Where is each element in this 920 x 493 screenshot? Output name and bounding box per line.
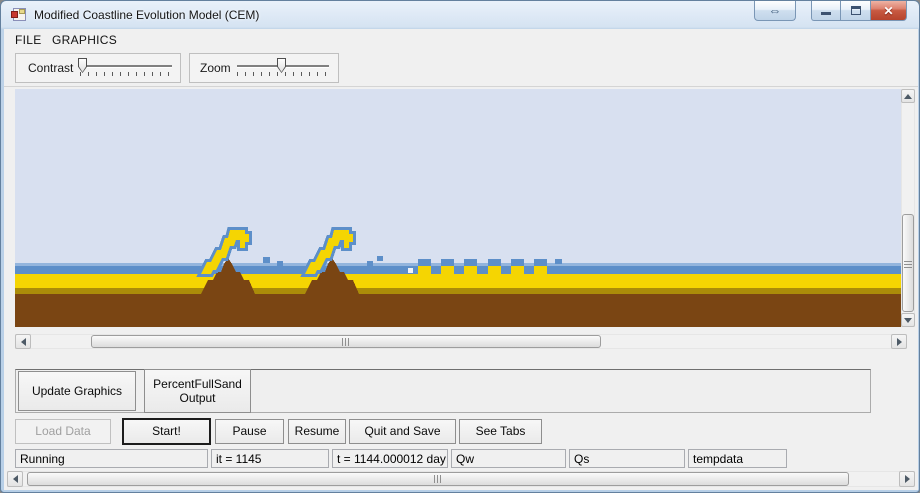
resize-arrows-icon: ⇔ [768, 3, 782, 18]
toolbar: Contrast Zoom [4, 49, 918, 87]
contrast-slider-track[interactable] [80, 65, 172, 67]
minimize-button[interactable] [811, 1, 841, 21]
dark-sand-layer [15, 288, 901, 294]
update-graphics-button[interactable]: Update Graphics [18, 371, 136, 411]
menu-file[interactable]: FILE [8, 30, 49, 49]
coastline-graphic [15, 89, 901, 327]
zoom-group: Zoom [189, 53, 339, 83]
scroll-grip-icon [904, 258, 912, 268]
contrast-slider-ticks [80, 72, 174, 76]
sand-layer [15, 274, 901, 288]
title-bar[interactable]: Modified Coastline Evolution Model (CEM)… [1, 1, 919, 29]
status-qs: Qs [569, 449, 685, 468]
horizontal-scroll-thumb[interactable] [27, 472, 849, 486]
earth-layer [15, 294, 901, 327]
see-tabs-button[interactable]: See Tabs [459, 419, 542, 444]
status-time: t = 1144.000012 day [332, 449, 448, 468]
window-title: Modified Coastline Evolution Model (CEM) [34, 8, 260, 22]
status-running: Running [15, 449, 208, 468]
caption-buttons: ✕ [811, 1, 907, 21]
status-qw: Qw [451, 449, 566, 468]
contrast-group: Contrast [15, 53, 181, 83]
maximize-icon [850, 6, 861, 15]
scroll-down-button[interactable] [901, 313, 915, 327]
zoom-slider-thumb[interactable] [277, 58, 286, 73]
percentfullsand-output-button[interactable]: PercentFullSand Output [144, 369, 251, 413]
waterline-layer [15, 266, 901, 274]
minimize-icon [821, 12, 831, 15]
status-iteration: it = 1145 [211, 449, 329, 468]
arrow-left-icon [20, 337, 26, 346]
resize-button[interactable]: ⇔ [754, 1, 796, 21]
arrow-left-icon [12, 475, 18, 483]
app-window: Modified Coastline Evolution Model (CEM)… [0, 0, 920, 493]
menu-bar: FILE GRAPHICS [4, 30, 918, 49]
contrast-label: Contrast [28, 61, 74, 75]
arrow-right-icon [904, 475, 910, 483]
status-tempdata: tempdata [688, 449, 787, 468]
load-data-button[interactable]: Load Data [15, 419, 111, 444]
scroll-right-button[interactable] [891, 334, 907, 349]
start-button[interactable]: Start! [122, 418, 211, 445]
canvas-horizontal-scrollbar[interactable] [15, 334, 907, 349]
foam-pixel [408, 268, 413, 273]
arrow-right-icon [896, 337, 902, 346]
window-horizontal-scrollbar[interactable] [7, 471, 915, 487]
zoom-label: Zoom [200, 61, 231, 75]
close-icon: ✕ [883, 3, 894, 18]
scroll-right-button[interactable] [899, 471, 915, 487]
scroll-up-button[interactable] [901, 89, 915, 103]
arrow-up-icon [904, 93, 912, 99]
arrow-down-icon [904, 317, 912, 323]
waterline-highlight [15, 263, 901, 266]
resume-button[interactable]: Resume [288, 419, 346, 444]
pause-button[interactable]: Pause [215, 419, 284, 444]
horizontal-scroll-thumb[interactable] [91, 335, 601, 348]
scroll-left-button[interactable] [15, 334, 31, 349]
vertical-scroll-thumb[interactable] [902, 214, 914, 312]
simulation-canvas [15, 89, 901, 327]
contrast-slider-thumb[interactable] [78, 58, 87, 73]
scroll-left-button[interactable] [7, 471, 23, 487]
maximize-button[interactable] [841, 1, 871, 21]
menu-graphics[interactable]: GRAPHICS [45, 30, 124, 49]
canvas-vertical-scrollbar[interactable] [901, 89, 915, 327]
close-button[interactable]: ✕ [871, 1, 907, 21]
scroll-grip-icon [433, 475, 443, 483]
zoom-slider-ticks [237, 72, 331, 76]
app-icon [11, 7, 27, 23]
scroll-grip-icon [341, 337, 351, 346]
quit-and-save-button[interactable]: Quit and Save [349, 419, 456, 444]
